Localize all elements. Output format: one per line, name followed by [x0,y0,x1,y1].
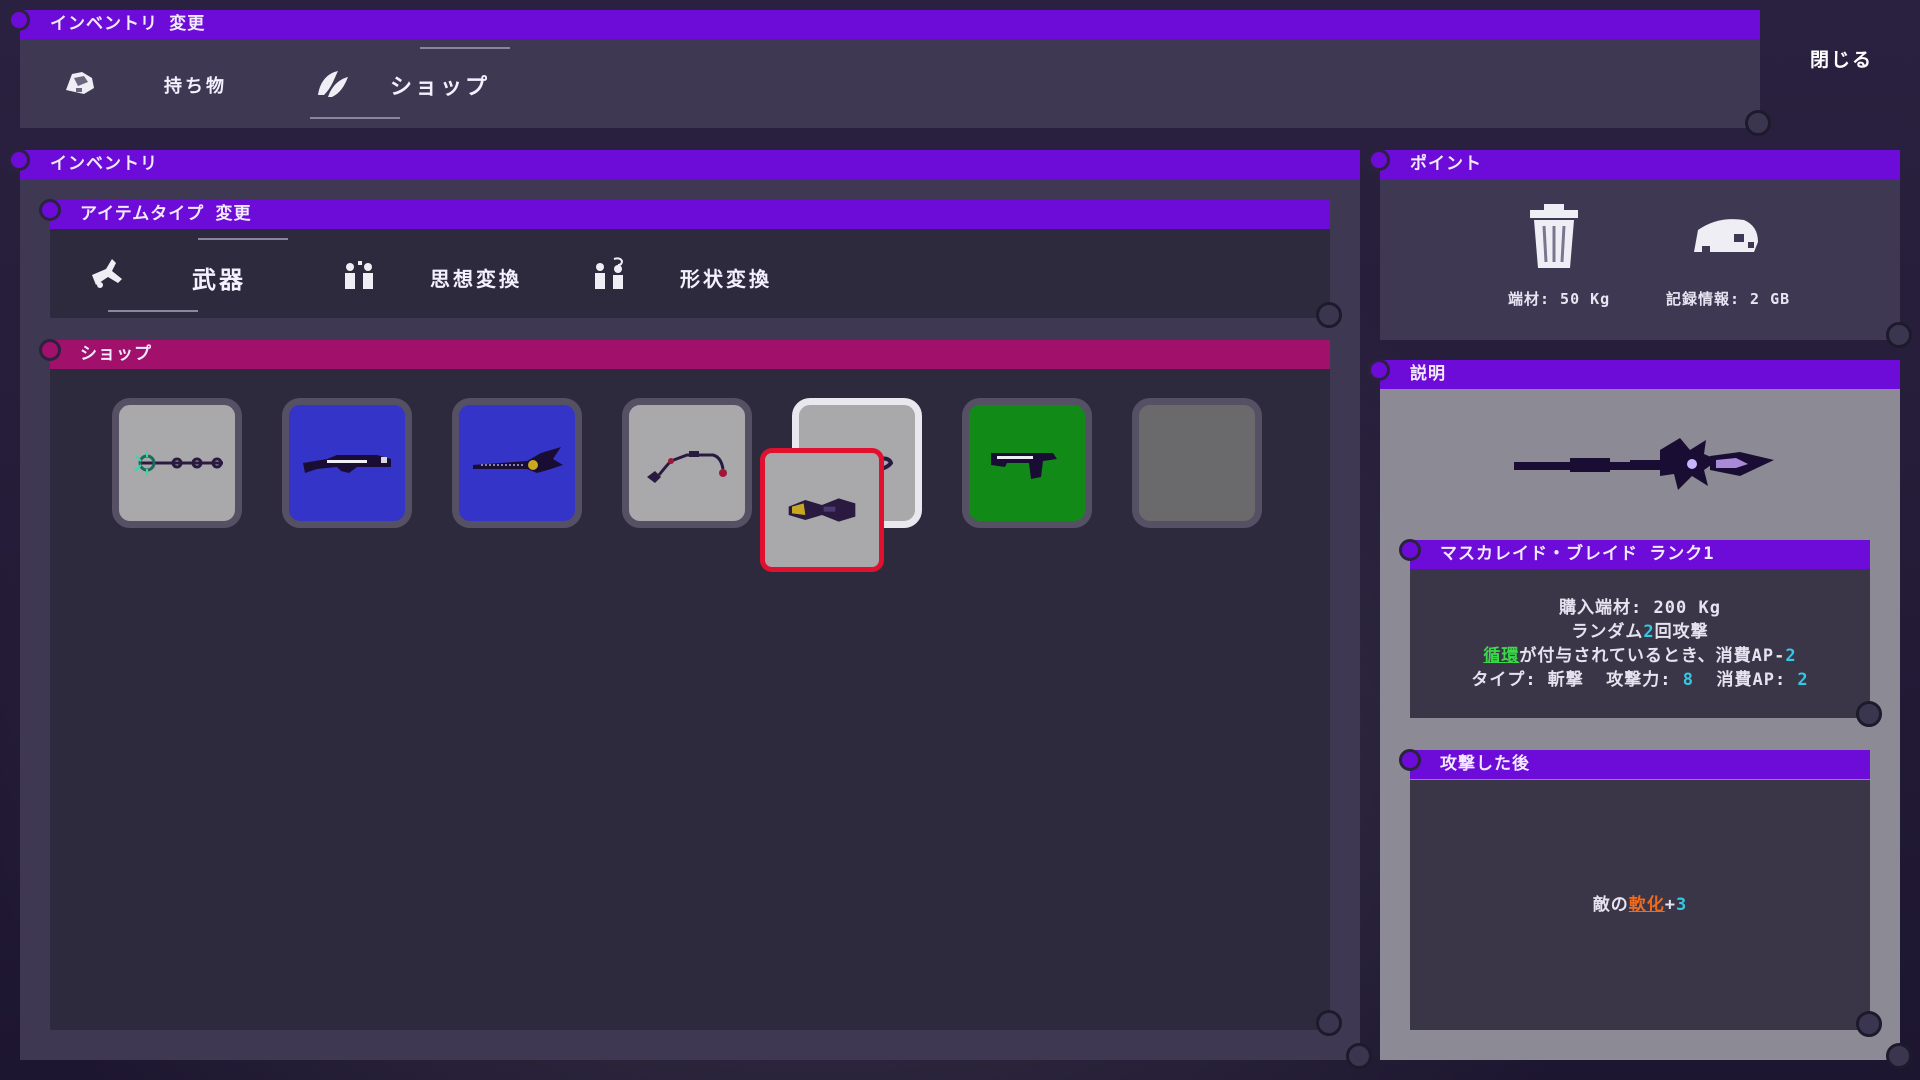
top-header-dot [8,9,30,31]
thought-convert-icon [345,261,373,289]
desc-header-dot [1368,359,1390,381]
item-preview-masquerade-blade [1514,438,1774,490]
desc-header-title: 説明 [1410,364,1446,384]
item-type-header-title: アイテムタイプ 変更 [80,204,252,224]
item-cost: 購入端材: 200 Kg [1559,598,1721,618]
weapon-tab-overline [198,238,288,240]
item-name: マスカレイド・ブレイド ランク1 [1440,544,1715,564]
spiked-orb-staff-icon [134,451,223,475]
after-attack-title: 攻撃した後 [1440,754,1530,774]
weapon-icon [92,259,122,288]
top-bar-knob [1745,110,1771,136]
shop-slot-7-empty[interactable] [1132,398,1262,528]
record-info-icon [1694,219,1758,252]
pistol-icon [991,453,1057,479]
item-type-tab-shape-label: 形状変換 [680,267,772,291]
shop-header: ショップ [50,340,1330,369]
point-panel [1380,160,1900,340]
keyword-soften[interactable]: 軟化 [1629,895,1665,915]
item-type-tab-thought[interactable]: 思想変換 [340,255,540,305]
shop-header-dot [39,339,61,361]
weapon-tab-underline [108,310,198,312]
item-detail-text: 購入端材: 200 Kg ランダム2回攻撃 循環が付与されているとき、消費AP-… [1410,596,1870,692]
after-attack-header: 攻撃した後 [1410,750,1870,779]
chain-flail-icon [647,451,727,483]
tab-shop-label: ショップ [390,75,491,100]
materials-count: 端材: 50 Kg [1508,290,1611,308]
inventory-header-title: インベントリ [50,154,158,174]
rifle-icon [303,455,391,473]
top-header-title: インベントリ 変更 [50,14,206,34]
tab-shop-overline [420,47,510,49]
item-type-knob [1316,302,1342,328]
blade-icon [473,447,563,473]
point-header-dot [1368,149,1390,171]
tab-shop[interactable]: ショップ [310,47,510,120]
materials-bin-icon [1530,204,1578,268]
item-type-tab-thought-label: 思想変換 [430,267,522,291]
item-type-tab-weapon-label: 武器 [192,266,246,294]
desc-bottom-knob [1886,1043,1912,1069]
point-header: ポイント [1380,150,1900,179]
shop-header-title: ショップ [80,344,152,364]
item-condition-line: 循環が付与されているとき、消費AP-2 [1483,646,1797,666]
backpack-icon [66,72,94,94]
shape-convert-icon [595,257,624,289]
point-knob [1886,322,1912,348]
item-detail-knob [1856,701,1882,727]
inventory-header-dot [8,149,30,171]
top-header: インベントリ 変更 [20,10,1760,39]
item-type-tab-shape[interactable]: 形状変換 [590,255,790,305]
shop-wings-icon [318,71,348,97]
tab-inventory[interactable]: 持ち物 [60,60,240,110]
item-name-dot [1399,539,1421,561]
tab-inventory-label: 持ち物 [164,76,227,97]
shop-slot-6[interactable] [962,398,1092,528]
inventory-header: インベントリ [20,150,1360,179]
after-attack-knob [1856,1011,1882,1037]
shop-knob [1316,1010,1342,1036]
shop-slot-4[interactable] [622,398,752,528]
desc-header: 説明 [1380,360,1900,389]
after-attack-dot [1399,749,1421,771]
record-info-count: 記録情報: 2 GB [1666,290,1791,308]
item-effect-line: ランダム2回攻撃 [1571,622,1709,642]
tab-shop-underline [310,117,400,119]
item-stats-line: タイプ: 斬撃 攻撃力: 8 消費AP: 2 [1471,670,1809,690]
point-header-title: ポイント [1410,154,1482,174]
gauntlet-icon [788,498,856,522]
item-type-header-dot [39,199,61,221]
shop-slot-2[interactable] [282,398,412,528]
after-attack-effect: 敵の軟化+3 [1592,895,1688,915]
item-type-tab-weapon[interactable]: 武器 [88,238,288,312]
keyword-cycle[interactable]: 循環 [1483,646,1519,666]
shop-slot-3[interactable] [452,398,582,528]
item-name-header: マスカレイド・ブレイド ランク1 [1410,540,1870,569]
inventory-bottom-knob [1346,1043,1372,1069]
dragged-item[interactable] [760,448,884,572]
shop-slot-1[interactable] [112,398,242,528]
close-button[interactable]: 閉じる [1810,45,1873,72]
item-type-header: アイテムタイプ 変更 [50,200,1330,229]
